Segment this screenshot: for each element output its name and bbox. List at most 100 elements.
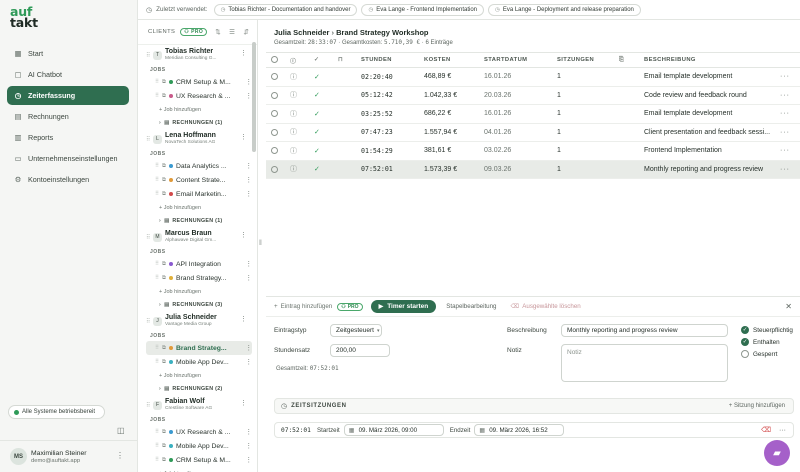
add-job-button[interactable]: + Job hinzufügen xyxy=(146,285,257,298)
copy-icon[interactable]: ⧉ xyxy=(162,443,166,450)
table-row[interactable]: ⓘ ✓ 05:12:42 1.042,33 € 20.03.26 1 Code … xyxy=(266,86,800,105)
client-more-icon[interactable]: ⋮ xyxy=(240,231,247,239)
add-client-icon[interactable]: + xyxy=(257,29,258,36)
nav-start[interactable]: ▦ Start xyxy=(7,44,129,63)
drag-handle-icon[interactable]: ⠿ xyxy=(155,345,159,351)
session-more-icon[interactable]: ··· xyxy=(779,427,786,434)
filter-icon[interactable]: ⇵ xyxy=(243,28,249,36)
job-more-icon[interactable]: ⋮ xyxy=(245,78,252,86)
end-time-input[interactable]: ▦ 09. März 2026, 16:52 xyxy=(474,424,565,436)
drag-handle-icon[interactable]: ⠿ xyxy=(146,234,153,241)
clients-scrollbar[interactable] xyxy=(252,42,256,152)
info-icon[interactable]: ⓘ xyxy=(290,74,297,81)
user-menu[interactable]: MS Maximilian Steiner demo@auftakt.app ⋮ xyxy=(0,440,138,472)
job-item[interactable]: ⠿ ⧉ Email Marketin... ⋮ xyxy=(146,187,252,201)
nav-kontoeinstellungen[interactable]: ⚙ Kontoeinstellungen xyxy=(7,170,129,189)
job-item[interactable]: ⠿ ⧉ Mobile App Dev... ⋮ xyxy=(146,355,252,369)
table-row[interactable]: ⓘ ✓ 02:20:40 468,89 € 16.01.26 1 Email t… xyxy=(266,67,800,87)
copy-icon[interactable]: ⧉ xyxy=(162,177,166,184)
drag-handle-icon[interactable]: ⠿ xyxy=(146,318,153,325)
delete-session-icon[interactable]: ⌫ xyxy=(761,426,771,434)
invoices-toggle[interactable]: › ▤ RECHNUNGEN (3) xyxy=(146,298,257,311)
copy-icon[interactable]: ⧉ xyxy=(162,457,166,464)
client-more-icon[interactable]: ⋮ xyxy=(240,133,247,141)
job-more-icon[interactable]: ⋮ xyxy=(245,358,252,366)
job-item[interactable]: ⠿ ⧉ Data Analytics ... ⋮ xyxy=(146,159,252,173)
job-item[interactable]: ⠿ ⧉ Mobile App Dev... ⋮ xyxy=(146,439,252,453)
description-column-header[interactable]: BESCHREIBUNG xyxy=(644,52,780,68)
drag-handle-icon[interactable]: ⠿ xyxy=(155,457,159,463)
job-more-icon[interactable]: ⋮ xyxy=(245,190,252,198)
nav-ai-chatbot[interactable]: ▢ AI Chatbot xyxy=(7,65,129,84)
info-icon[interactable]: ⓘ xyxy=(290,166,297,173)
row-radio[interactable] xyxy=(271,165,278,173)
hourly-rate-input[interactable]: 200,00 xyxy=(330,344,390,357)
row-more-icon[interactable]: ··· xyxy=(780,160,800,179)
included-checkbox[interactable]: ✓ Enthalten xyxy=(741,338,780,346)
description-input[interactable]: Monthly reporting and progress review xyxy=(561,324,728,337)
copy-icon[interactable]: ⧉ xyxy=(162,163,166,170)
sort-icon[interactable]: ⇅ xyxy=(215,28,221,36)
start-time-input[interactable]: ▦ 09. März 2026, 09:00 xyxy=(343,424,444,436)
copy-icon[interactable]: ⧉ xyxy=(162,359,166,366)
locked-checkbox[interactable]: Gesperrt xyxy=(741,350,778,358)
nav-unternehmenseinstellungen[interactable]: ▭ Unternehmenseinstellungen xyxy=(7,149,129,168)
copy-icon[interactable]: ⧉ xyxy=(162,79,166,86)
notes-textarea[interactable]: Notiz xyxy=(561,344,728,382)
copy-icon[interactable]: ⧉ xyxy=(162,261,166,268)
add-job-button[interactable]: + Job hinzufügen xyxy=(146,201,257,214)
row-info-cell[interactable]: ⓘ xyxy=(290,104,314,124)
start-date-column-header[interactable]: STARTDATUM xyxy=(484,52,557,68)
info-icon[interactable]: ⓘ xyxy=(290,129,297,136)
select-all-header[interactable] xyxy=(266,52,290,68)
client-more-icon[interactable]: ⋮ xyxy=(240,399,247,407)
drag-handle-icon[interactable]: ⠿ xyxy=(155,93,159,99)
client-row[interactable]: ⠿ J Julia Schneider Vantage Media Group … xyxy=(146,311,257,331)
client-row[interactable]: ⠿ L Lena Hoffmann NovaTech Solutions AG … xyxy=(146,129,257,149)
row-select-cell[interactable] xyxy=(266,86,290,105)
copy-icon[interactable]: ⧉ xyxy=(162,429,166,436)
taxable-checkbox[interactable]: ✓ Steuerpflichtig xyxy=(741,326,793,334)
info-icon[interactable]: ⓘ xyxy=(290,148,297,155)
row-radio[interactable] xyxy=(271,91,278,99)
row-more-icon[interactable]: ··· xyxy=(780,123,800,142)
drag-handle-icon[interactable]: ⠿ xyxy=(146,402,153,409)
add-job-button[interactable]: + Job hinzufügen xyxy=(146,369,257,382)
client-more-icon[interactable]: ⋮ xyxy=(240,315,247,323)
chat-support-button[interactable]: ▰ xyxy=(764,440,790,466)
job-more-icon[interactable]: ⋮ xyxy=(245,442,252,450)
drag-handle-icon[interactable]: ⠿ xyxy=(155,443,159,449)
row-info-cell[interactable]: ⓘ xyxy=(290,141,314,161)
row-select-cell[interactable] xyxy=(266,123,290,142)
auftakt-logo[interactable]: auf takt xyxy=(10,5,38,29)
drag-handle-icon[interactable]: ⠿ xyxy=(155,163,159,169)
job-item[interactable]: ⠿ ⧉ API Integration ⋮ xyxy=(146,257,252,271)
select-all-radio[interactable] xyxy=(271,56,278,64)
nav-zeiterfassung[interactable]: ◷ Zeiterfassung xyxy=(7,86,129,105)
copy-icon[interactable]: ⧉ xyxy=(162,275,166,282)
collapse-sidebar-icon[interactable]: ◫ xyxy=(117,426,125,435)
job-item[interactable]: ⠿ ⧉ UX Research & ... ⋮ xyxy=(146,425,252,439)
row-radio[interactable] xyxy=(271,110,278,118)
copy-icon[interactable]: ⧉ xyxy=(162,191,166,198)
row-info-cell[interactable]: ⓘ xyxy=(290,67,314,87)
table-row[interactable]: ⓘ ✓ 03:25:52 686,22 € 16.01.26 1 Email t… xyxy=(266,104,800,124)
row-info-cell[interactable]: ⓘ xyxy=(290,123,314,142)
job-more-icon[interactable]: ⋮ xyxy=(245,428,252,436)
invoices-toggle[interactable]: › ▤ RECHNUNGEN (2) xyxy=(146,382,257,395)
drag-handle-icon[interactable]: ⠿ xyxy=(155,429,159,435)
job-more-icon[interactable]: ⋮ xyxy=(245,92,252,100)
add-entry-button[interactable]: + Eintrag hinzufügen ⚇ PRO xyxy=(274,302,363,311)
nav-reports[interactable]: ▥ Reports xyxy=(7,128,129,147)
row-more-icon[interactable]: ··· xyxy=(780,67,800,87)
recent-chip[interactable]: ◷ Eva Lange - Frontend Implementation xyxy=(361,3,484,16)
row-select-cell[interactable] xyxy=(266,141,290,161)
job-item[interactable]: ⠿ ⧉ Content Strate... ⋮ xyxy=(146,173,252,187)
job-more-icon[interactable]: ⋮ xyxy=(245,176,252,184)
client-row[interactable]: ⠿ F Fabian Wolf Crestline Software AG ⋮ xyxy=(146,395,257,415)
close-icon[interactable]: ✕ xyxy=(785,302,792,311)
drag-handle-icon[interactable]: ⠿ xyxy=(155,177,159,183)
drag-handle-icon[interactable]: ⠿ xyxy=(155,191,159,197)
info-icon[interactable]: ⓘ xyxy=(290,111,297,118)
row-more-icon[interactable]: ··· xyxy=(780,86,800,105)
